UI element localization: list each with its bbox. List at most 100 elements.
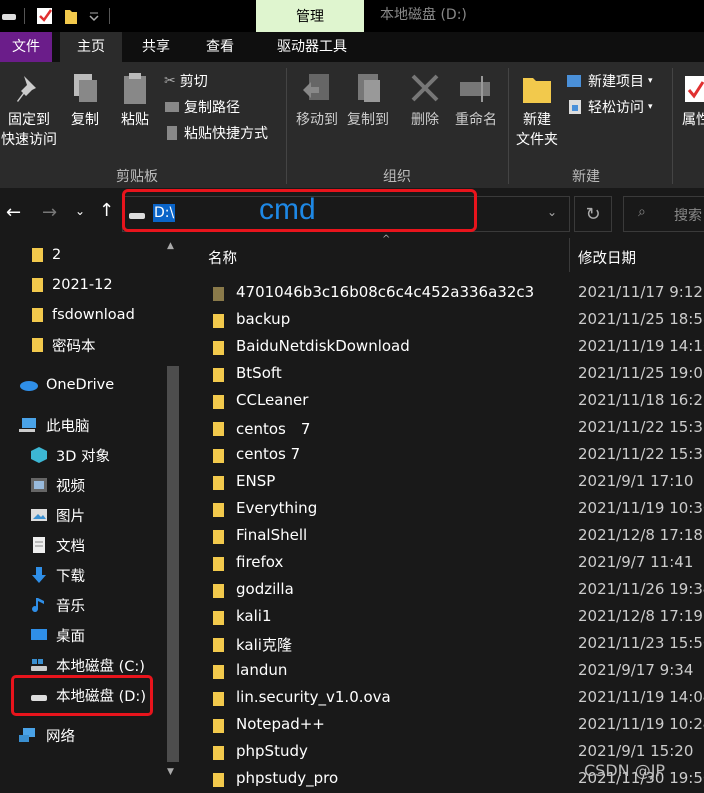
chevron-down-icon[interactable] [88,6,100,26]
address-dropdown-icon[interactable]: ⌄ [547,205,557,219]
nav-item-2021-12[interactable]: 2021-12 [32,271,113,299]
windows-drive-icon [31,659,47,671]
nav-item-onedrive[interactable]: OneDrive [18,371,114,399]
search-icon: ⌕ [638,204,646,220]
file-name: centos 7 [236,420,311,438]
nav-item-password-book[interactable]: 密码本 [32,331,96,359]
paste-shortcut-button[interactable]: 粘贴快捷方式 [164,122,268,144]
file-row[interactable]: CCLeaner 2021/11/18 16:25 [186,388,704,415]
nav-item-downloads[interactable]: 下载 [30,561,85,589]
nav-item-fsdownload[interactable]: fsdownload [32,301,135,329]
scroll-down-icon[interactable]: ▼ [167,767,174,777]
file-name: Everything [236,499,318,517]
folder-icon [213,584,224,598]
ribbon: 固定到 快速访问 复制 粘贴 ✂ 剪切 复制路径 粘贴快捷方式 剪贴板 移动到 … [0,62,704,188]
video-icon [31,478,47,492]
copy-button[interactable]: 复制 [62,72,108,130]
properties-check-icon[interactable] [36,6,54,26]
back-arrow-icon[interactable]: ← [6,202,21,223]
folder-icon [213,719,224,733]
paste-button[interactable]: 粘贴 [112,72,158,130]
nav-item-pictures[interactable]: 图片 [30,501,85,529]
properties-button[interactable]: 属性 [676,72,704,130]
file-date: 2021/11/19 10:30 [578,499,704,517]
file-row[interactable]: Everything 2021/11/19 10:30 [186,496,704,523]
file-date: 2021/12/8 17:19 [578,607,703,625]
file-row[interactable]: 4701046b3c16b08c6c4c452a336a32c3 2021/11/… [186,280,704,307]
nav-item-documents[interactable]: 文档 [30,531,85,559]
nav-item-music[interactable]: 音乐 [30,591,85,619]
forward-arrow-icon[interactable]: → [42,202,57,223]
file-name: firefox [236,553,284,571]
copy-path-button[interactable]: 复制路径 [164,96,240,118]
scroll-up-icon[interactable]: ▲ [167,241,174,251]
delete-x-icon [411,74,439,102]
nav-scrollbar-thumb[interactable] [167,366,179,762]
file-row[interactable]: centos 7 2021/11/22 15:35 [186,415,704,442]
nav-item-network[interactable]: 网络 [18,721,75,749]
file-row[interactable]: landun 2021/9/17 9:34 [186,658,704,685]
tab-share[interactable]: 共享 [128,32,184,62]
rename-button[interactable]: 重命名 [450,72,502,130]
nav-item-3d-objects[interactable]: 3D 对象 [30,441,110,469]
column-modified[interactable]: 修改日期 [578,247,636,268]
nav-item-videos[interactable]: 视频 [30,471,85,499]
pin-quick-access-button[interactable]: 固定到 快速访问 [0,72,58,150]
file-name: ENSP [236,472,276,490]
refresh-icon: ↻ [585,203,601,225]
file-name: 4701046b3c16b08c6c4c452a336a32c3 [236,283,535,301]
drive-icon[interactable] [2,6,16,26]
tab-drive-tools[interactable]: 驱动器工具 [260,32,364,62]
paste-icon [124,73,146,104]
easy-access-button[interactable]: 轻松访问 ▾ [566,96,653,118]
move-to-button[interactable]: 移动到 [292,72,342,130]
file-row[interactable]: firefox 2021/9/7 11:41 [186,550,704,577]
tab-view[interactable]: 查看 [192,32,248,62]
group-organize-label: 组织 [383,169,411,185]
folder-icon [213,665,224,679]
file-date: 2021/9/7 11:41 [578,553,694,571]
search-placeholder: 搜索 [674,208,702,224]
tab-home[interactable]: 主页 [60,32,122,62]
column-divider[interactable] [569,238,570,272]
manage-tab[interactable]: 管理 [256,0,364,32]
file-row[interactable]: BtSoft 2021/11/25 19:06 [186,361,704,388]
file-row[interactable]: ENSP 2021/9/1 17:10 [186,469,704,496]
copy-to-button[interactable]: 复制到 [344,72,392,130]
file-row[interactable]: kali克隆 2021/11/23 15:50 [186,631,704,658]
new-folder-quick-icon[interactable] [64,6,78,26]
folder-icon [213,476,224,490]
nav-item-2[interactable]: 2 [32,241,61,269]
title-bar: 管理 本地磁盘 (D:) [0,0,704,32]
divider [672,68,673,184]
new-item-button[interactable]: 新建项目 ▾ [566,70,653,92]
tab-file[interactable]: 文件 [0,32,52,62]
file-date: 2021/11/23 15:50 [578,634,704,652]
file-row[interactable]: BaiduNetdiskDownload 2021/11/19 14:16 [186,334,704,361]
cube-3d-icon [31,447,47,463]
recent-dropdown-icon[interactable]: ⌄ [75,204,85,218]
cloud-icon [20,381,38,391]
dropdown-arrow-icon: ▾ [648,102,653,112]
delete-button[interactable]: 删除 [404,72,446,130]
file-row[interactable]: centos 7 2021/11/22 15:37 [186,442,704,469]
file-row[interactable]: kali1 2021/12/8 17:19 [186,604,704,631]
column-name[interactable]: 名称 [208,247,237,268]
refresh-button[interactable]: ↻ [574,196,612,232]
file-row[interactable]: lin.security_v1.0.ova 2021/11/19 14:04 [186,685,704,712]
file-name: kali1 [236,607,272,625]
new-folder-button[interactable]: 新建 文件夹 [512,72,562,150]
file-row[interactable]: FinalShell 2021/12/8 17:18 [186,523,704,550]
up-arrow-icon[interactable]: ↑ [99,200,114,221]
folder-icon [213,395,224,409]
file-row[interactable]: backup 2021/11/25 18:58 [186,307,704,334]
nav-item-this-pc[interactable]: 此电脑 [18,411,90,439]
file-row[interactable]: Notepad++ 2021/11/19 10:24 [186,712,704,739]
folder-icon [213,503,224,517]
nav-item-desktop[interactable]: 桌面 [30,621,85,649]
file-row[interactable]: godzilla 2021/11/26 19:34 [186,577,704,604]
cut-button[interactable]: ✂ 剪切 [164,70,208,92]
search-box[interactable]: ⌕ 搜索 [623,196,704,232]
divider [508,68,509,184]
highlight-disk-d [11,675,153,716]
